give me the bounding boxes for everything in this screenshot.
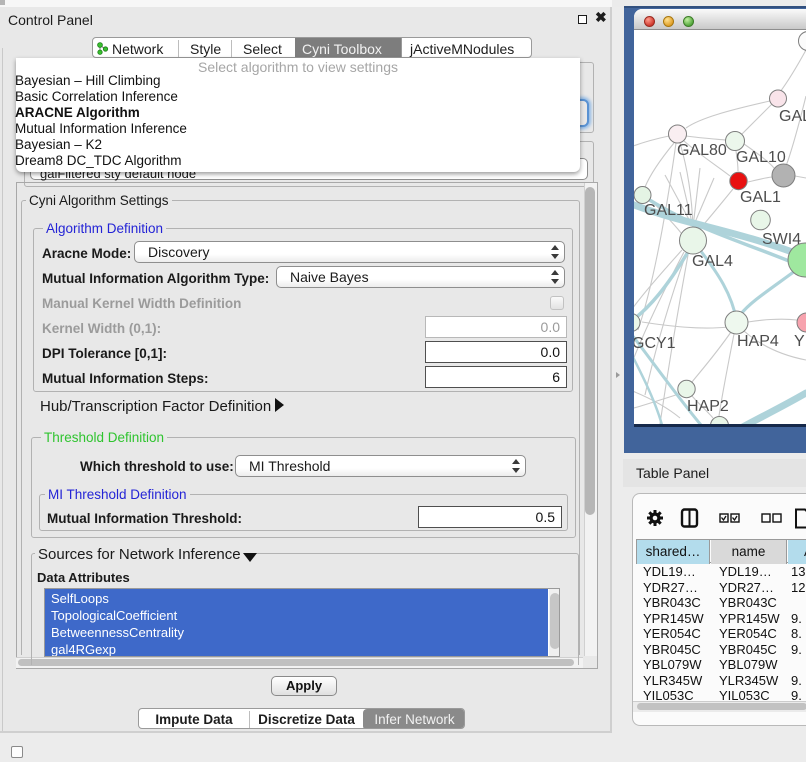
svg-text:GAL10: GAL10 xyxy=(736,149,786,166)
svg-text:Y: Y xyxy=(794,333,805,350)
svg-text:HAP2: HAP2 xyxy=(687,398,729,415)
svg-text:GAL4: GAL4 xyxy=(692,253,733,270)
svg-text:GAL80: GAL80 xyxy=(677,142,727,159)
svg-text:GAL11: GAL11 xyxy=(644,202,693,219)
svg-text:HAP4: HAP4 xyxy=(737,333,779,350)
svg-text:GAL7: GAL7 xyxy=(779,108,806,125)
svg-text:SWI4: SWI4 xyxy=(762,231,801,248)
svg-text:GCY1: GCY1 xyxy=(634,335,676,352)
svg-text:GAL1: GAL1 xyxy=(740,189,781,206)
